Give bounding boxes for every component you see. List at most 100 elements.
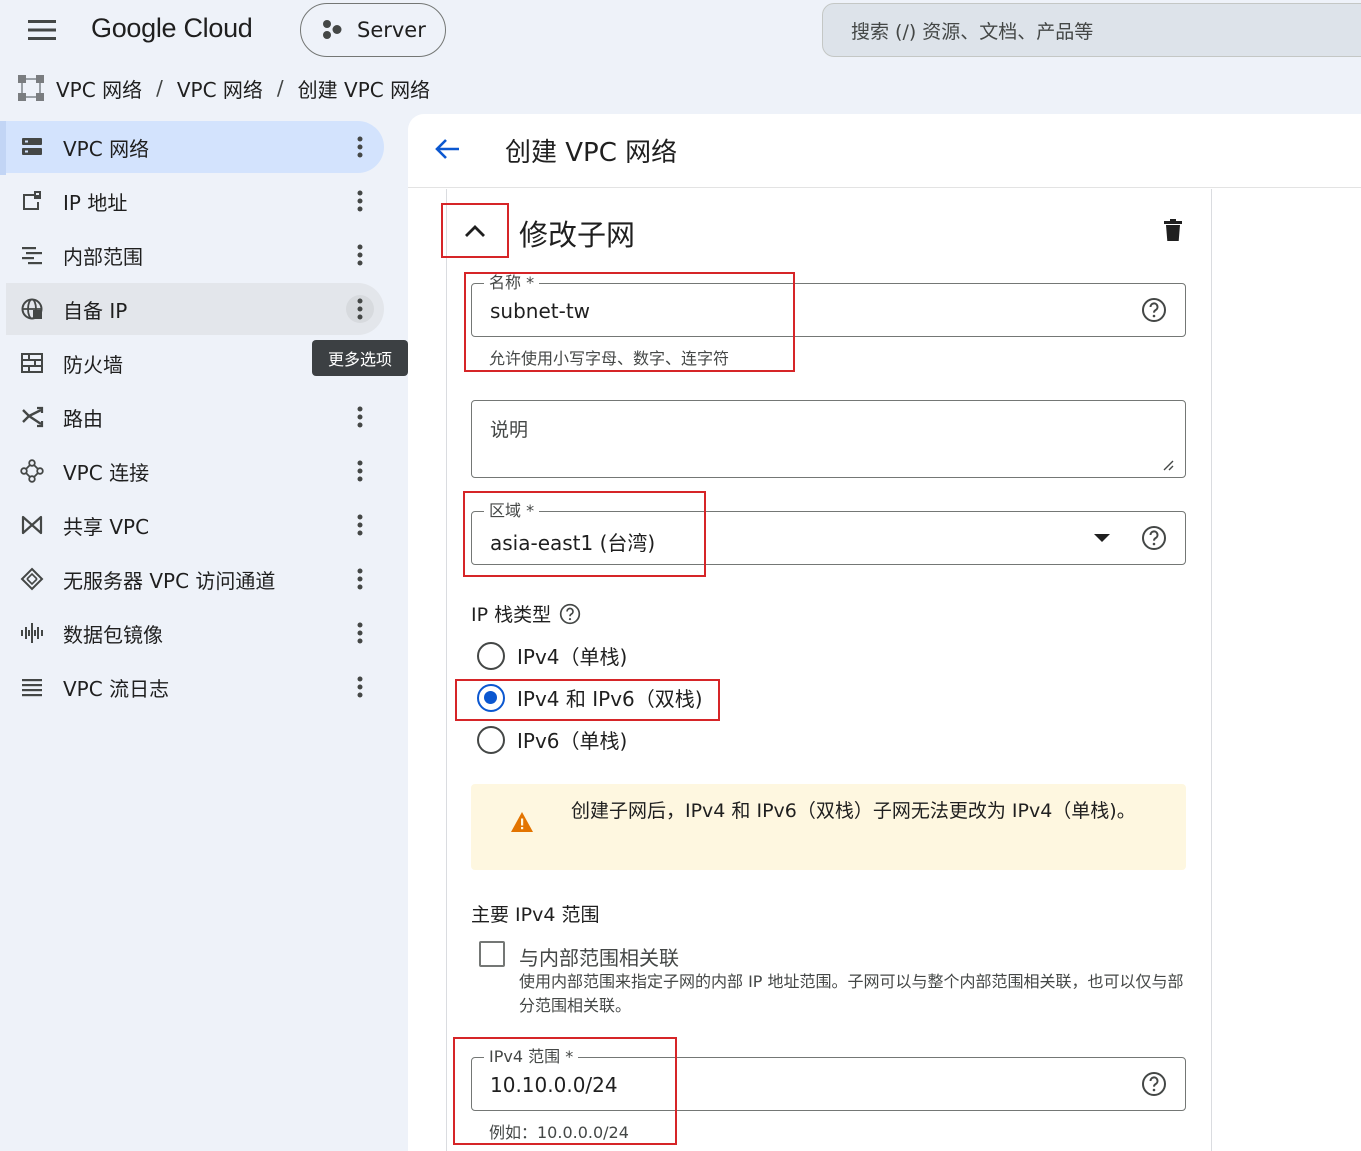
radio-label: IPv4（单栈)	[517, 645, 628, 669]
name-field-hint: 允许使用小写字母、数字、连字符	[489, 349, 730, 368]
ipv4-range-label: IPv4 范围 *	[484, 1047, 579, 1067]
main-panel: 创建 VPC 网络 修改子网 名称 * subnet-tw 允许使用小写字母、数…	[408, 114, 1361, 1151]
breadcrumb-current: 创建 VPC 网络	[297, 77, 431, 102]
sidebar-item-label: 路由	[63, 406, 103, 431]
more-options-icon[interactable]	[346, 241, 374, 269]
sidebar-item-ip-addresses[interactable]: IP 地址	[6, 175, 384, 227]
sidebar-item-label: VPC 网络	[63, 136, 150, 161]
globe-icon	[20, 297, 44, 321]
firewall-icon	[20, 351, 44, 375]
radio-button-selected[interactable]	[477, 683, 505, 712]
ipv4-range-field[interactable]: IPv4 范围 * 10.10.0.0/24	[471, 1047, 1186, 1111]
sidebar-item-packet-mirroring[interactable]: 数据包镜像	[6, 607, 384, 659]
project-name: Server	[357, 18, 426, 42]
breadcrumb-item[interactable]: VPC 网络	[177, 74, 263, 103]
search-input[interactable]: 搜索 (/) 资源、文档、产品等	[822, 3, 1361, 57]
ip-stack-heading: IP 栈类型	[471, 600, 581, 627]
sidebar-item-routes[interactable]: 路由	[6, 391, 384, 443]
flow-logs-icon	[20, 675, 44, 699]
checkbox-description: 使用内部范围来指定子网的内部 IP 地址范围。子网可以与整个内部范围相关联，也可…	[519, 972, 1184, 1015]
delete-icon[interactable]	[1164, 219, 1182, 241]
sidebar-item-label: VPC 连接	[63, 460, 150, 485]
sidebar-item-label: 自备 IP	[63, 298, 128, 323]
name-field-value: subnet-tw	[490, 299, 591, 323]
description-placeholder: 说明	[490, 419, 529, 441]
project-picker-button[interactable]: Server	[300, 3, 446, 57]
breadcrumb: VPC 网络 / VPC 网络 / 创建 VPC 网络	[16, 72, 430, 104]
more-options-icon[interactable]	[346, 187, 374, 215]
more-options-icon[interactable]	[346, 673, 374, 701]
ip-stack-label: IP 栈类型	[471, 604, 552, 626]
radio-ipv6-single[interactable]: IPv6（单栈)	[477, 725, 627, 754]
sidebar-item-label: 防火墙	[63, 352, 123, 377]
sidebar-item-label: 数据包镜像	[63, 622, 163, 647]
page-header: 创建 VPC 网络	[408, 114, 1361, 188]
sidebar-item-byoip[interactable]: 自备 IP	[6, 283, 384, 335]
sidebar: VPC 网络 IP 地址 内部范围 自备 IP 防火墙 路由 VPC 连接 共享…	[0, 118, 408, 1151]
more-options-icon[interactable]	[346, 457, 374, 485]
region-select[interactable]: 区域 * asia-east1 (台湾)	[471, 501, 1186, 565]
shared-vpc-icon	[20, 513, 44, 537]
ip-address-icon	[20, 189, 44, 213]
hamburger-menu-icon[interactable]	[22, 14, 62, 46]
ipv4-range-hint: 例如：10.0.0.0/24	[489, 1123, 629, 1142]
breadcrumb-separator: /	[276, 76, 284, 100]
vpc-connection-icon	[20, 459, 44, 483]
collapse-button[interactable]	[441, 203, 509, 258]
ipv4-range-value: 10.10.0.0/24	[490, 1073, 618, 1097]
dropdown-arrow-icon[interactable]	[1093, 533, 1111, 543]
top-bar: Google Cloud Server 搜索 (/) 资源、文档、产品等	[0, 0, 1361, 60]
checkbox-label: 与内部范围相关联	[519, 946, 679, 970]
section-title: 修改子网	[519, 218, 636, 252]
more-options-icon[interactable]	[346, 565, 374, 593]
associate-internal-range-checkbox[interactable]	[479, 941, 505, 967]
serverless-icon	[20, 567, 44, 591]
more-options-icon[interactable]	[346, 295, 374, 323]
help-icon[interactable]	[1141, 525, 1167, 551]
name-field-label: 名称 *	[484, 273, 540, 293]
radio-label: IPv4 和 IPv6（双栈)	[517, 687, 703, 711]
radio-ipv4-single[interactable]: IPv4（单栈)	[477, 641, 627, 670]
help-icon[interactable]	[1141, 297, 1167, 323]
sidebar-item-label: IP 地址	[63, 190, 128, 215]
region-field-label: 区域 *	[484, 501, 540, 521]
radio-button[interactable]	[477, 725, 505, 754]
warning-banner: 创建子网后，IPv4 和 IPv6（双栈）子网无法更改为 IPv4（单栈)。	[471, 784, 1186, 870]
sidebar-item-vpc-connection[interactable]: VPC 连接	[6, 445, 384, 497]
radio-ipv4-ipv6-dual[interactable]: IPv4 和 IPv6（双栈)	[477, 683, 703, 712]
sidebar-item-serverless-vpc-access[interactable]: 无服务器 VPC 访问通道	[6, 553, 384, 605]
radio-label: IPv6（单栈)	[517, 729, 628, 753]
region-field-value: asia-east1 (台湾)	[490, 531, 656, 555]
search-placeholder: 搜索 (/) 资源、文档、产品等	[851, 20, 1094, 43]
more-options-icon[interactable]	[346, 619, 374, 647]
page-title: 创建 VPC 网络	[505, 138, 678, 168]
sidebar-item-label: 内部范围	[63, 244, 143, 269]
warning-icon	[511, 812, 533, 832]
chevron-up-icon	[464, 224, 486, 238]
google-cloud-logo[interactable]: Google Cloud	[91, 13, 253, 44]
back-arrow-icon[interactable]	[432, 134, 472, 170]
vpc-product-icon	[16, 73, 46, 103]
sidebar-item-vpc-networks[interactable]: VPC 网络	[6, 121, 384, 173]
help-icon[interactable]	[559, 603, 581, 625]
warning-text: 创建子网后，IPv4 和 IPv6（双栈）子网无法更改为 IPv4（单栈)。	[571, 800, 1136, 822]
more-options-icon[interactable]	[346, 511, 374, 539]
sidebar-item-flow-logs[interactable]: VPC 流日志	[6, 661, 384, 713]
more-options-icon[interactable]	[346, 403, 374, 431]
resize-handle-icon[interactable]	[1162, 459, 1174, 471]
project-icon	[321, 19, 345, 41]
more-options-icon[interactable]	[346, 133, 374, 161]
primary-range-heading: 主要 IPv4 范围	[471, 904, 600, 926]
more-options-tooltip: 更多选项	[312, 340, 408, 376]
sidebar-item-label: 无服务器 VPC 访问通道	[63, 568, 276, 593]
description-field[interactable]: 说明	[471, 400, 1186, 478]
breadcrumb-separator: /	[156, 76, 163, 100]
sidebar-item-internal-ranges[interactable]: 内部范围	[6, 229, 384, 281]
name-field[interactable]: 名称 * subnet-tw	[471, 273, 1186, 337]
breadcrumb-item[interactable]: VPC 网络	[56, 74, 142, 103]
vpc-network-icon	[20, 135, 44, 159]
radio-button[interactable]	[477, 641, 505, 670]
help-icon[interactable]	[1141, 1071, 1167, 1097]
packet-mirror-icon	[20, 621, 44, 645]
sidebar-item-shared-vpc[interactable]: 共享 VPC	[6, 499, 384, 551]
